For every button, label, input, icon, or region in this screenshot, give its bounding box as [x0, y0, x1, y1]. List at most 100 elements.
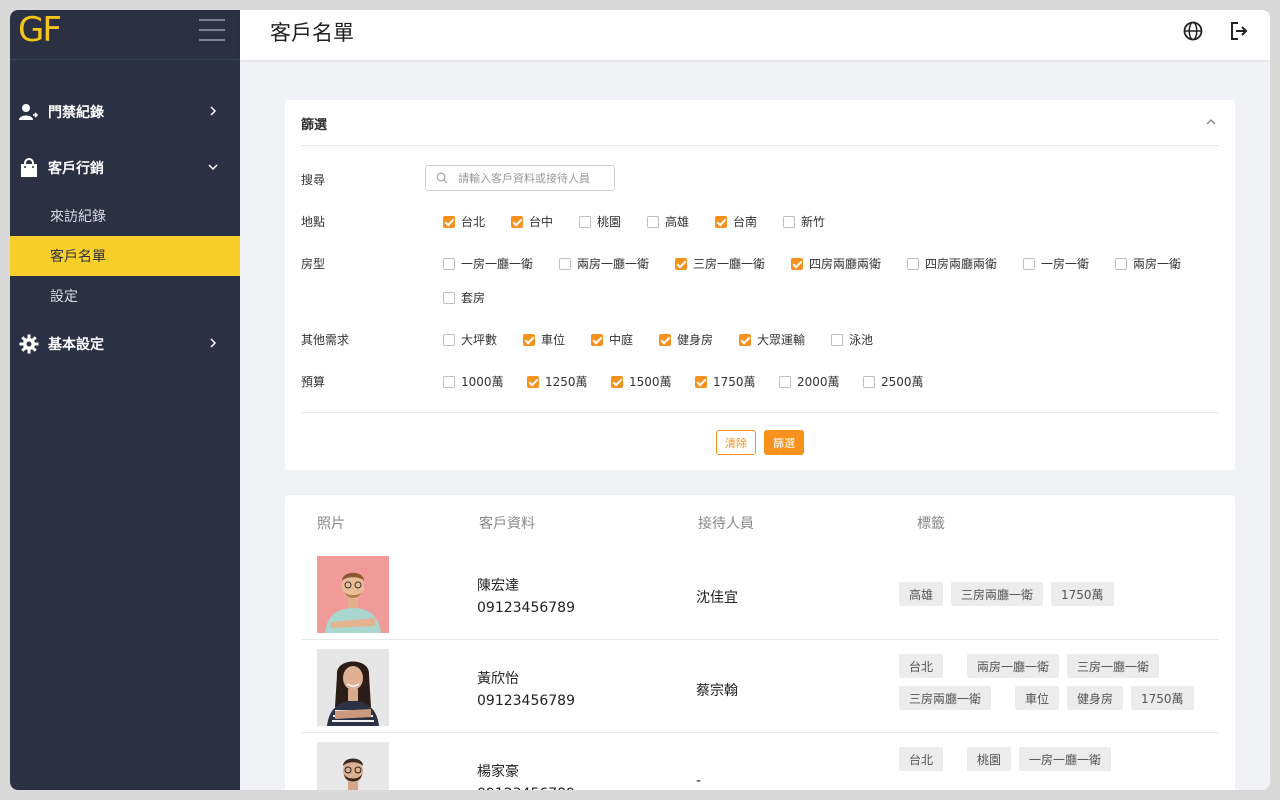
checkbox-option[interactable]: 四房兩廳兩衛 [791, 255, 881, 272]
checkbox-option[interactable]: 兩房一廳一衛 [559, 255, 649, 272]
checkbox-option[interactable]: 台北 [443, 213, 485, 230]
checkbox-option[interactable]: 台中 [511, 213, 553, 230]
checkbox-checked[interactable] [791, 257, 803, 270]
checkbox-option[interactable]: 桃園 [579, 213, 621, 230]
customer-name: 楊家豪 [477, 764, 519, 780]
clear-button[interactable]: 清除 [716, 430, 756, 455]
checkbox-label: 2500萬 [881, 375, 924, 389]
checkbox-option[interactable]: 三房一廳一衛 [675, 255, 765, 272]
checkbox-option[interactable]: 一房一衛 [1023, 255, 1089, 272]
checkbox-label: 車位 [541, 333, 566, 347]
sidebar-subitem-settings[interactable]: 設定 [10, 276, 240, 316]
location-label: 地點 [301, 215, 326, 229]
checkbox-unchecked[interactable] [779, 375, 791, 388]
customer-table: 照片 客戶資料 接待人員 標籤 陳宏達 09123456789 沈佳宜 高雄 三… [285, 495, 1235, 790]
checkbox-label: 台南 [733, 215, 758, 229]
checkbox-unchecked[interactable] [443, 333, 455, 346]
checkbox-unchecked[interactable] [443, 257, 455, 270]
checkbox-option[interactable]: 四房兩廳兩衛 [907, 255, 997, 272]
customer-name: 陳宏達 [477, 578, 519, 594]
checkbox-label: 1750萬 [713, 375, 756, 389]
checkbox-option[interactable]: 泳池 [831, 331, 873, 348]
checkbox-option[interactable]: 1000萬 [443, 373, 504, 390]
customer-phone: 09123456789 [477, 786, 575, 790]
checkbox-label: 健身房 [677, 333, 714, 347]
sidebar-item-label: 門禁紀錄 [48, 105, 104, 121]
checkbox-option[interactable]: 新竹 [783, 213, 825, 230]
chevron-up-icon[interactable] [1205, 116, 1217, 128]
checkbox-unchecked[interactable] [579, 215, 591, 228]
chevron-down-icon [208, 164, 218, 171]
checkbox-checked[interactable] [527, 375, 539, 388]
checkbox-option[interactable]: 1500萬 [611, 373, 672, 390]
checkbox-unchecked[interactable] [559, 257, 571, 270]
checkbox-unchecked[interactable] [831, 333, 843, 346]
checkbox-unchecked[interactable] [783, 215, 795, 228]
checkbox-option[interactable]: 中庭 [591, 331, 633, 348]
table-row[interactable]: 楊家豪 09123456789 - 台北 桃園 一房一廳一衛 [301, 733, 1219, 790]
globe-icon[interactable] [1182, 20, 1204, 42]
table-row[interactable]: 陳宏達 09123456789 沈佳宜 高雄 三房兩廳一衛 1750萬 [301, 547, 1219, 640]
checkbox-unchecked[interactable] [647, 215, 659, 228]
staff-name: 沈佳宜 [696, 590, 738, 606]
checkbox-label: 中庭 [609, 333, 634, 347]
checkbox-option[interactable]: 一房一廳一衛 [443, 255, 533, 272]
checkbox-checked[interactable] [695, 375, 707, 388]
checkbox-checked[interactable] [715, 215, 727, 228]
checkbox-label: 1000萬 [461, 375, 504, 389]
checkbox-checked[interactable] [511, 215, 523, 228]
checkbox-option[interactable]: 2500萬 [863, 373, 924, 390]
sidebar-subitem-customer-list[interactable]: 客戶名單 [10, 236, 240, 276]
checkbox-unchecked[interactable] [1115, 257, 1127, 270]
search-placeholder: 請輸入客戶資料或接待人員 [458, 172, 590, 185]
checkbox-unchecked[interactable] [1023, 257, 1035, 270]
filter-panel-header[interactable]: 篩選 [301, 100, 1219, 146]
tag: 台北 [899, 747, 944, 771]
search-input[interactable]: 請輸入客戶資料或接待人員 [425, 165, 615, 191]
table-row[interactable]: 黃欣怡 09123456789 蔡宗翰 台北 兩房一廳一衛 三房一廳一衛 三房兩… [301, 640, 1219, 733]
checkbox-option[interactable]: 2000萬 [779, 373, 840, 390]
checkbox-label: 1250萬 [545, 375, 588, 389]
checkbox-option[interactable]: 健身房 [659, 331, 713, 348]
checkbox-option[interactable]: 兩房一衛 [1115, 255, 1181, 272]
checkbox-option[interactable]: 車位 [523, 331, 565, 348]
checkbox-unchecked[interactable] [907, 257, 919, 270]
checkbox-checked[interactable] [659, 333, 671, 346]
customer-photo [317, 742, 389, 790]
tag: 車位 [1015, 686, 1060, 710]
checkbox-checked[interactable] [611, 375, 623, 388]
logout-icon[interactable] [1228, 20, 1250, 42]
app-window: GF 門禁紀錄 客戶行銷 來訪紀錄 客戶名單 設定 基本設定 客戶名單 篩選 搜… [10, 10, 1270, 790]
checkbox-unchecked[interactable] [443, 291, 455, 304]
sidebar-item-basic-settings[interactable]: 基本設定 [10, 316, 240, 372]
checkbox-option[interactable]: 大眾運輸 [739, 331, 805, 348]
checkbox-option[interactable]: 1750萬 [695, 373, 756, 390]
gear-icon [18, 333, 40, 355]
sidebar-item-access-records[interactable]: 門禁紀錄 [10, 84, 240, 140]
checkbox-checked[interactable] [739, 333, 751, 346]
checkbox-option[interactable]: 台南 [715, 213, 757, 230]
checkbox-label: 套房 [461, 291, 486, 305]
tag: 三房兩廳一衛 [951, 582, 1044, 606]
logo: GF [18, 10, 62, 50]
menu-toggle-icon[interactable] [199, 19, 225, 41]
budget-label: 預算 [301, 375, 326, 389]
checkbox-unchecked[interactable] [863, 375, 875, 388]
checkbox-checked[interactable] [675, 257, 687, 270]
sidebar-subitem-visit-records[interactable]: 來訪紀錄 [10, 196, 240, 236]
checkbox-checked[interactable] [591, 333, 603, 346]
checkbox-option[interactable]: 大坪數 [443, 331, 497, 348]
checkbox-unchecked[interactable] [443, 375, 455, 388]
checkbox-checked[interactable] [443, 215, 455, 228]
staff-name: - [696, 773, 702, 789]
checkbox-label: 泳池 [849, 333, 874, 347]
checkbox-option[interactable]: 1250萬 [527, 373, 588, 390]
checkbox-label: 四房兩廳兩衛 [809, 257, 882, 271]
checkbox-checked[interactable] [523, 333, 535, 346]
sidebar-item-customer-marketing[interactable]: 客戶行銷 [10, 140, 240, 196]
checkbox-option[interactable]: 套房 [443, 289, 485, 306]
checkbox-label: 一房一衛 [1041, 257, 1090, 271]
checkbox-option[interactable]: 高雄 [647, 213, 689, 230]
tag: 兩房一廳一衛 [967, 654, 1060, 678]
apply-filter-button[interactable]: 篩選 [764, 430, 804, 455]
